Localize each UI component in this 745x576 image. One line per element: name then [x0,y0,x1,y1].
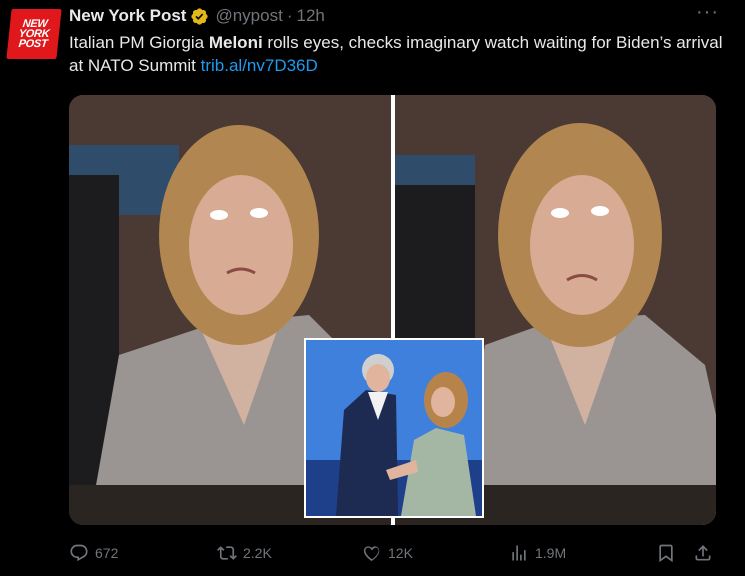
views-icon [512,545,526,561]
avatar[interactable]: NEW YORK POST [6,9,62,59]
reply-count: 672 [95,545,119,561]
photo-inset [304,338,484,518]
author-name[interactable]: New York Post [69,6,186,26]
author-handle[interactable]: @nypost [215,6,282,26]
separator-dot: · [286,6,293,25]
like-count: 12K [388,545,413,561]
action-bar: 672 2.2K 12K 1.9M [69,540,719,566]
like-icon [363,546,380,562]
avatar-logo-line: POST [17,38,48,50]
tweet-link[interactable]: trib.al/nv7D36D [201,56,318,75]
like-button[interactable]: 12K [362,540,413,566]
share-icon [695,545,711,561]
share-button[interactable] [693,540,719,566]
reply-icon [70,544,88,562]
timestamp[interactable]: 12h [297,6,325,26]
repost-count: 2.2K [243,545,272,561]
tweet-text-part: Italian PM Giorgia [69,33,209,52]
reply-button[interactable]: 672 [69,540,118,566]
tweet-text-bold: Meloni [208,33,263,52]
views-button[interactable]: 1.9M [509,540,566,566]
verified-badge-icon[interactable] [190,7,209,26]
repost-icon [217,546,237,560]
photo-inset-illustration [306,340,482,516]
views-count: 1.9M [535,545,567,561]
tweet-header: New York Post @nypost · 12h [69,5,325,27]
bookmark-icon [659,544,673,563]
tweet-text: Italian PM Giorgia Meloni rolls eyes, ch… [69,31,729,77]
repost-button[interactable]: 2.2K [217,540,272,566]
tweet-media[interactable] [69,95,716,525]
bookmark-button[interactable] [656,540,682,566]
more-icon[interactable]: ··· [696,2,719,22]
